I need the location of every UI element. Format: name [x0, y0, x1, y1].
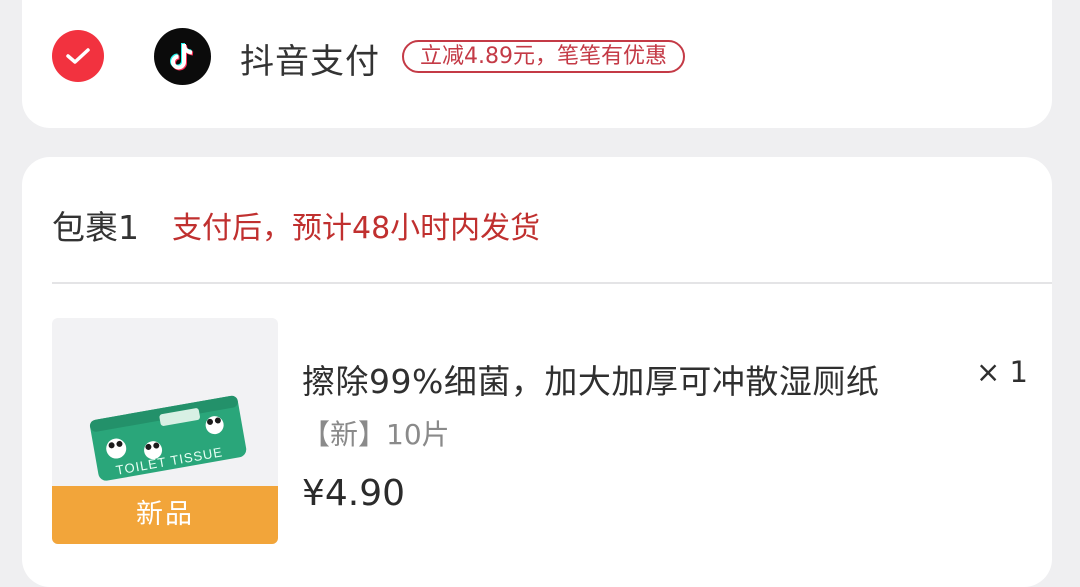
package-title: 包裹1 — [52, 208, 139, 247]
package-card: 包裹1 支付后，预计48小时内发货 TOILET TISSUE 新品 擦除99%… — [22, 157, 1052, 587]
product-variant[interactable]: 【新】10片 — [302, 413, 450, 453]
payment-card: 抖音支付 立减4.89元，笔笔有优惠 — [22, 0, 1052, 128]
product-title[interactable]: 擦除99%细菌，加大加厚可冲散湿厕纸 — [302, 355, 879, 403]
new-badge: 新品 — [52, 486, 278, 544]
douyin-logo-icon — [154, 28, 211, 85]
divider — [52, 282, 1052, 284]
product-image[interactable]: TOILET TISSUE 新品 — [52, 318, 278, 544]
selected-check-icon[interactable] — [52, 30, 104, 82]
promo-badge: 立减4.89元，笔笔有优惠 — [402, 40, 685, 73]
payment-method-name[interactable]: 抖音支付 — [240, 34, 380, 83]
quantity: × 1 — [976, 355, 1028, 389]
product-price: ¥4.90 — [302, 473, 406, 514]
shipping-note: 支付后，预计48小时内发货 — [172, 211, 541, 246]
